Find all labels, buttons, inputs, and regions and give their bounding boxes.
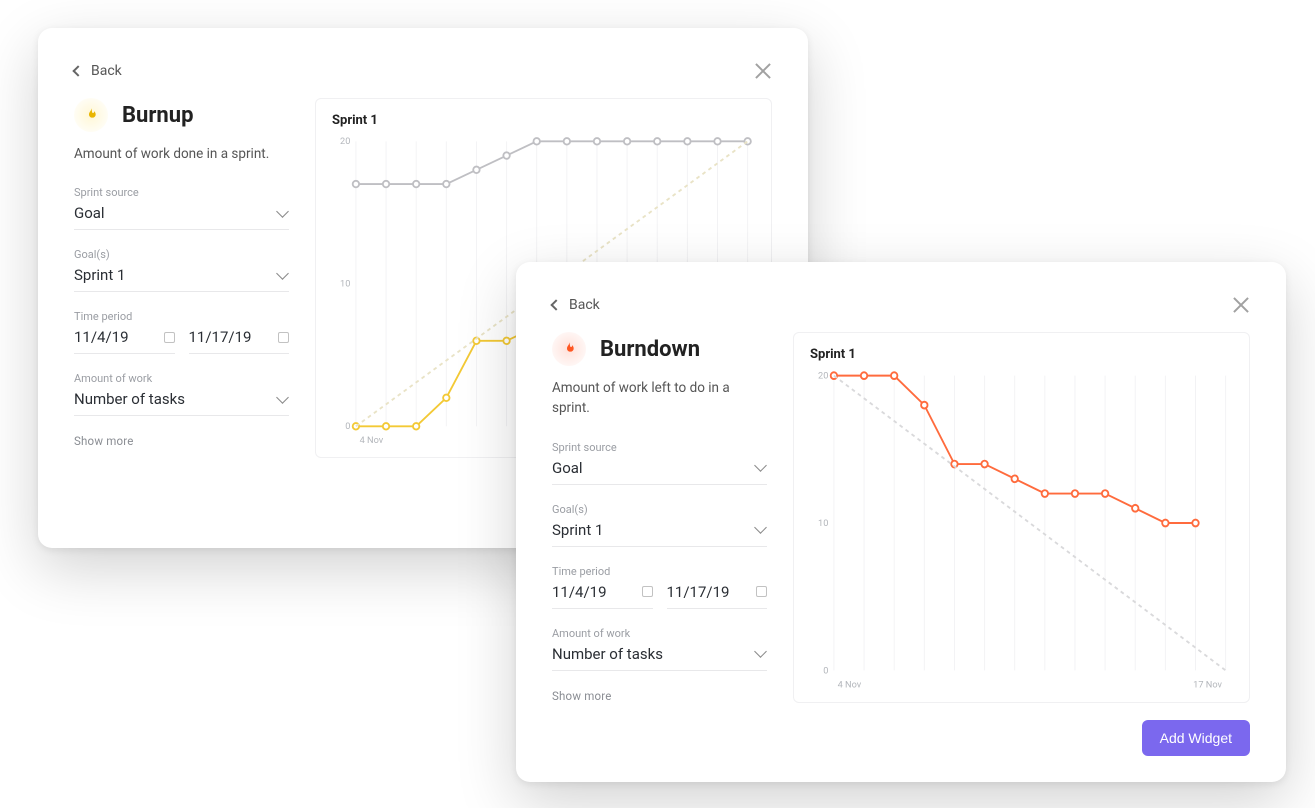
burndown-card: Back Burndown Amount of work left to do … [516, 262, 1286, 782]
flame-icon [74, 98, 108, 132]
svg-text:0: 0 [823, 665, 828, 676]
show-more-link[interactable]: Show more [552, 689, 767, 703]
chevron-down-icon [276, 391, 289, 404]
chevron-left-icon [72, 65, 83, 76]
calendar-icon [278, 332, 289, 343]
sprint-source-field[interactable]: Sprint source Goal [74, 186, 289, 230]
goals-field[interactable]: Goal(s) Sprint 1 [552, 503, 767, 547]
chevron-down-icon [276, 205, 289, 218]
burndown-description: Amount of work left to do in a sprint. [552, 378, 767, 419]
flame-icon [552, 332, 586, 366]
chevron-down-icon [754, 459, 767, 472]
back-button[interactable]: Back [74, 63, 122, 79]
date-start-field[interactable]: 11/4/19 [552, 583, 653, 609]
svg-text:10: 10 [340, 279, 350, 290]
add-widget-button[interactable]: Add Widget [1142, 720, 1250, 756]
burndown-title: Burndown [600, 337, 700, 362]
back-button[interactable]: Back [552, 297, 600, 313]
burnup-description: Amount of work done in a sprint. [74, 144, 289, 164]
date-start-field[interactable]: 11/4/19 [74, 328, 175, 354]
chevron-left-icon [550, 299, 561, 310]
back-label: Back [569, 297, 600, 313]
amount-of-work-field[interactable]: Amount of work Number of tasks [74, 372, 289, 416]
date-end-field[interactable]: 11/17/19 [189, 328, 290, 354]
calendar-icon [642, 586, 653, 597]
svg-text:20: 20 [818, 370, 828, 381]
burnup-sidebar: Burnup Amount of work done in a sprint. … [74, 98, 289, 458]
burnup-title: Burnup [122, 103, 193, 128]
close-icon[interactable] [754, 62, 772, 80]
chevron-down-icon [754, 521, 767, 534]
amount-of-work-field[interactable]: Amount of work Number of tasks [552, 627, 767, 671]
svg-text:4 Nov: 4 Nov [360, 435, 384, 446]
show-more-link[interactable]: Show more [74, 434, 289, 448]
svg-text:4 Nov: 4 Nov [838, 680, 862, 691]
goals-field[interactable]: Goal(s) Sprint 1 [74, 248, 289, 292]
calendar-icon [164, 332, 175, 343]
sprint-source-field[interactable]: Sprint source Goal [552, 441, 767, 485]
svg-text:20: 20 [340, 136, 350, 147]
calendar-icon [756, 586, 767, 597]
svg-text:10: 10 [818, 518, 828, 529]
burndown-chart: Sprint 1 010204 Nov17 Nov [793, 332, 1250, 703]
svg-text:0: 0 [345, 421, 350, 432]
date-end-field[interactable]: 11/17/19 [667, 583, 768, 609]
close-icon[interactable] [1232, 296, 1250, 314]
svg-text:17 Nov: 17 Nov [1193, 680, 1222, 691]
chevron-down-icon [754, 645, 767, 658]
burndown-sidebar: Burndown Amount of work left to do in a … [552, 332, 767, 703]
back-label: Back [91, 63, 122, 79]
chevron-down-icon [276, 267, 289, 280]
